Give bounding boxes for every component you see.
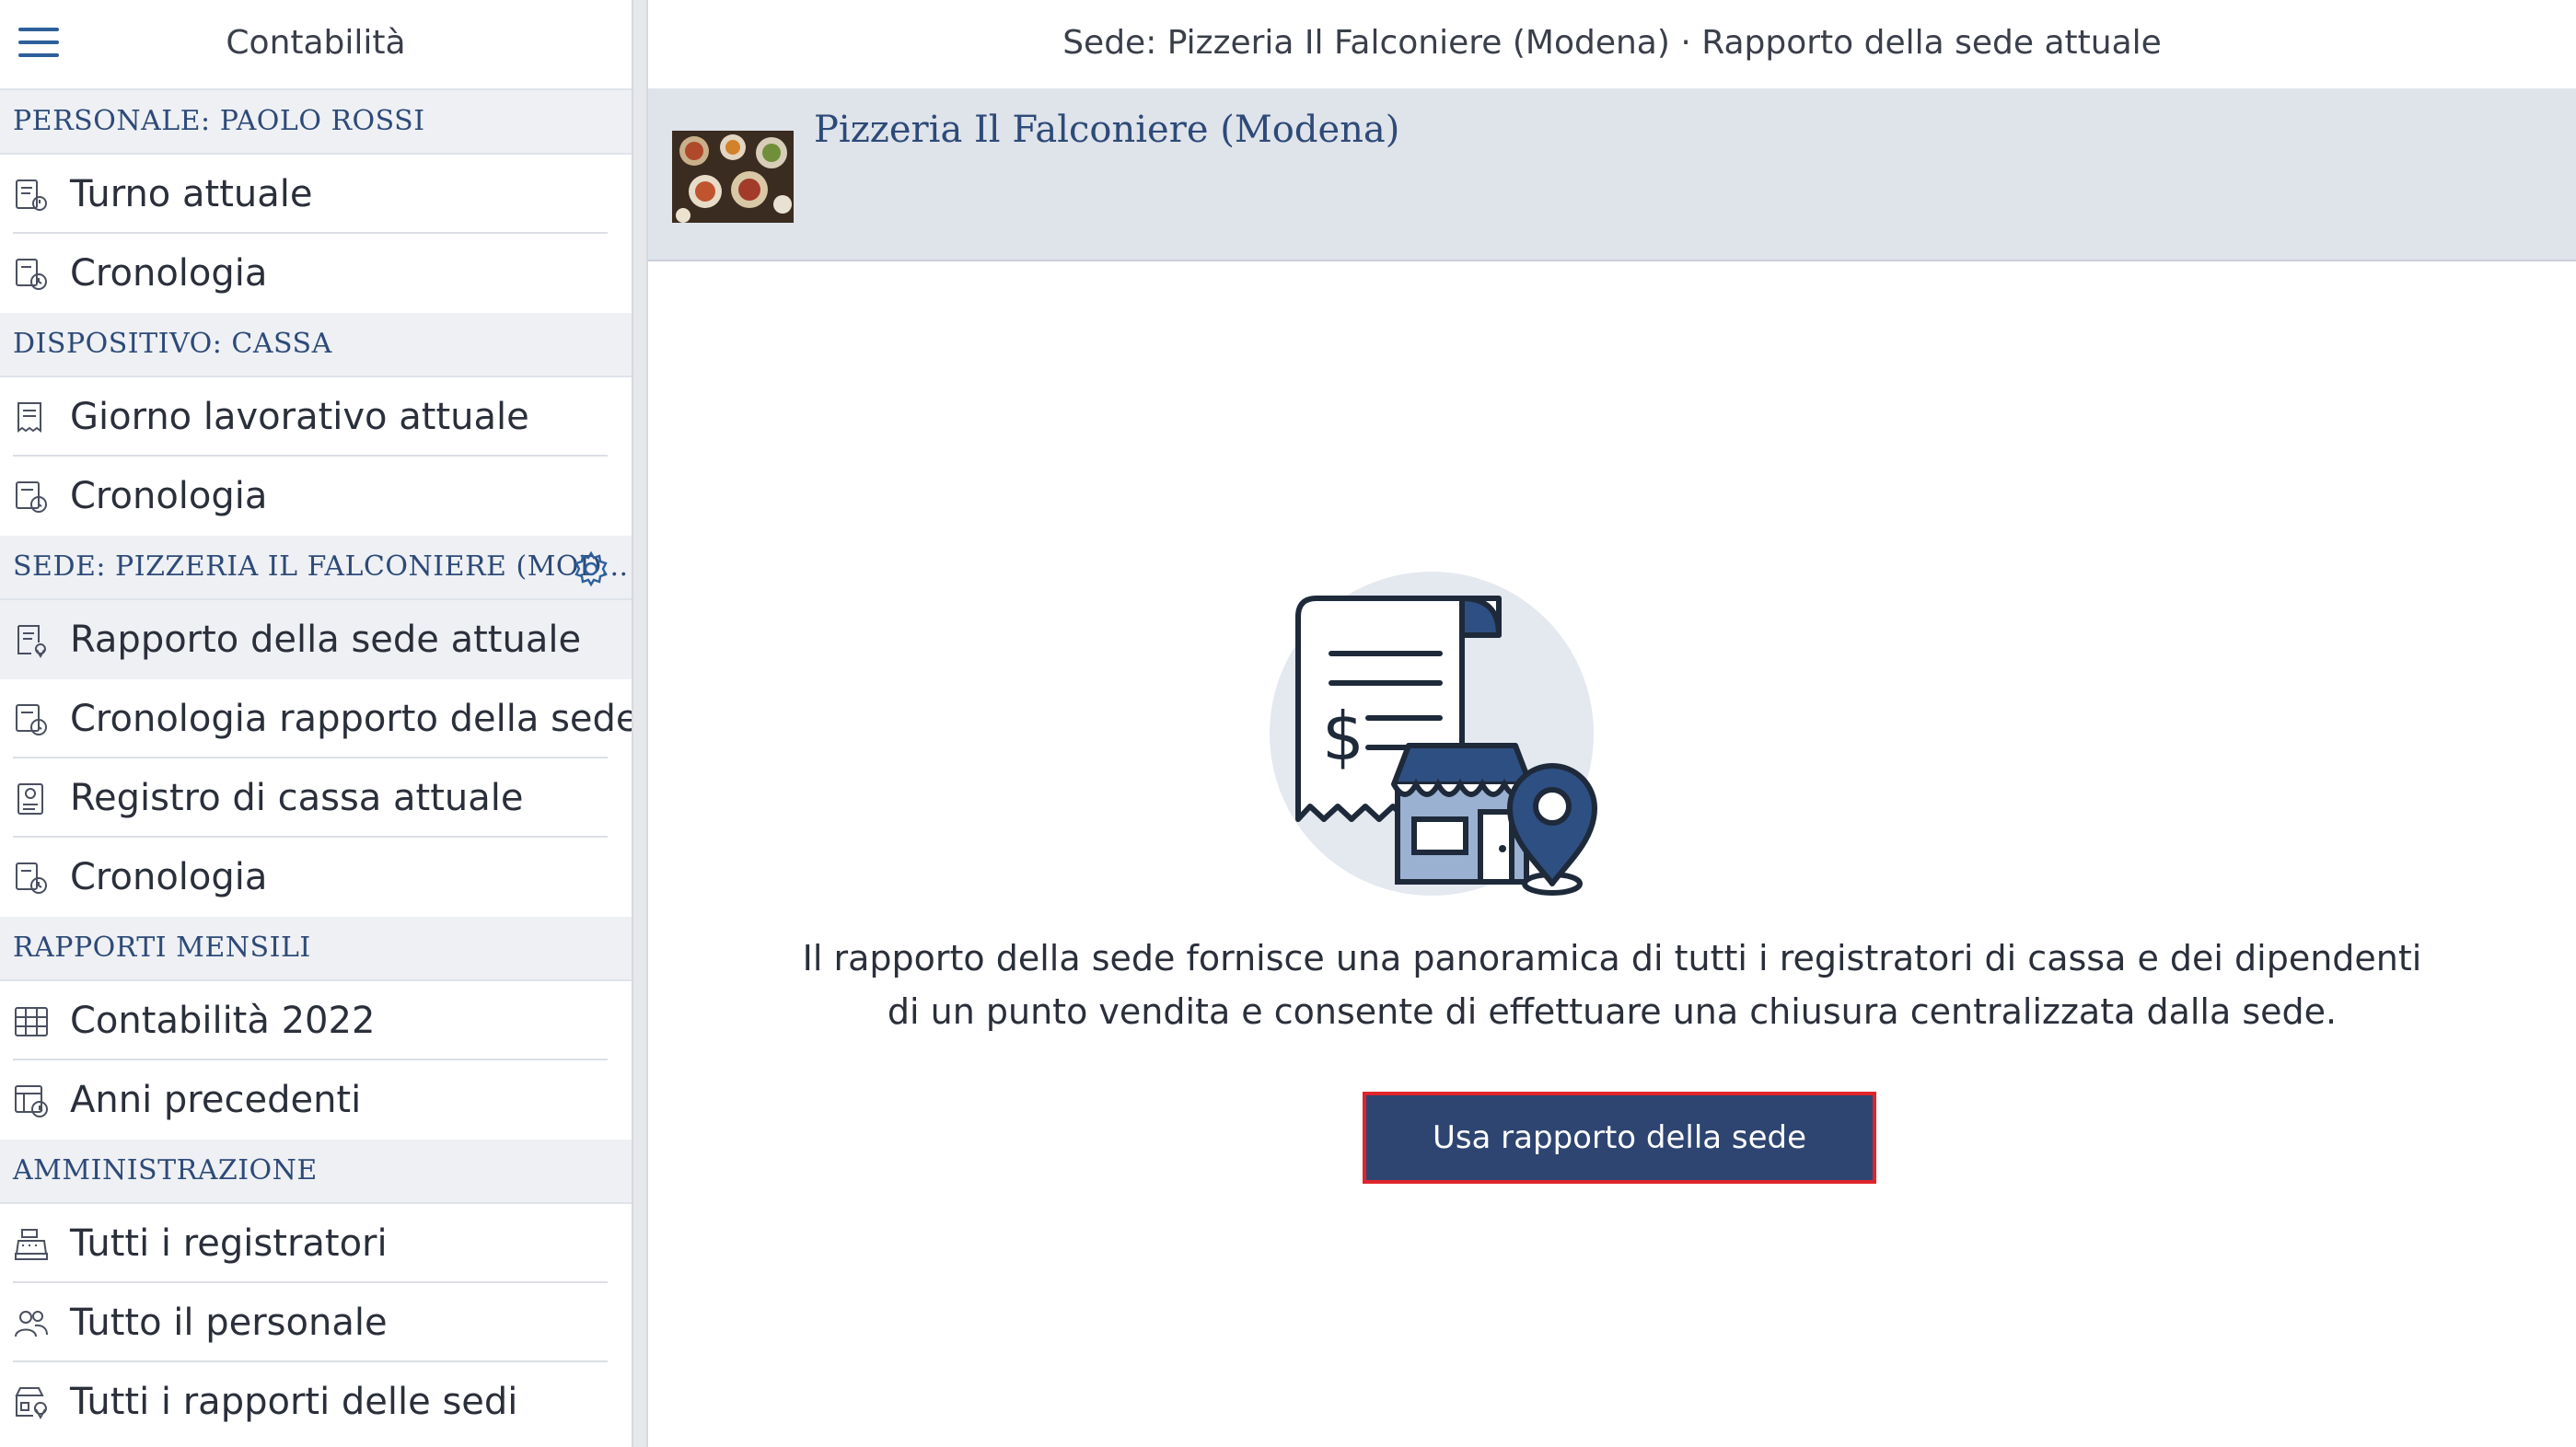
description: Il rapporto della sede fornisce una pano… xyxy=(648,932,2576,1038)
sidebar-item-cronologia-sede[interactable]: Cronologia xyxy=(0,838,632,917)
sidebar-item-cronologia-personale[interactable]: Cronologia xyxy=(0,234,632,313)
venue-report-icon xyxy=(17,625,46,659)
sidebar-item-label: Giorno lavorativo attuale xyxy=(70,396,529,438)
svg-text:$: $ xyxy=(1322,698,1364,775)
cash-register-log-icon xyxy=(17,783,43,815)
venue-header: Pizzeria Il Falconiere (Modena) xyxy=(648,90,2576,261)
sidebar-item-turno-attuale[interactable]: Turno attuale xyxy=(0,155,632,234)
sidebar-item-label: Contabilità 2022 xyxy=(70,1000,376,1042)
sidebar-item-registro-cassa[interactable]: Registro di cassa attuale xyxy=(0,758,632,838)
section-admin: AMMINISTRAZIONE xyxy=(0,1140,632,1204)
sidebar-title: Contabilità xyxy=(226,24,406,62)
gear-icon[interactable] xyxy=(573,550,609,587)
venue-report-illustration: $ xyxy=(1270,572,1597,896)
sidebar-item-tutti-registratori[interactable]: Tutti i registratori xyxy=(0,1204,632,1283)
sidebar-item-giorno-lavorativo[interactable]: Giorno lavorativo attuale xyxy=(0,377,632,457)
page-title: Sede: Pizzeria Il Falconiere (Modena) · … xyxy=(648,0,2576,90)
sidebar-item-label: Cronologia xyxy=(70,856,268,898)
sidebar-item-label: Rapporto della sede attuale xyxy=(70,619,582,661)
receipt-icon xyxy=(17,402,41,433)
main-panel: Sede: Pizzeria Il Falconiere (Modena) · … xyxy=(648,0,2576,1447)
sidebar-item-label: Cronologia xyxy=(70,252,268,295)
sidebar-item-label: Registro di cassa attuale xyxy=(70,777,524,819)
section-monthly: RAPPORTI MENSILI xyxy=(0,917,632,981)
description-line: di un punto vendita e consente di effett… xyxy=(887,991,2338,1032)
store-location-icon xyxy=(15,1387,47,1420)
description-line: Il rapporto della sede fornisce una pano… xyxy=(802,938,2422,978)
shift-receipt-icon xyxy=(16,179,47,211)
sidebar-item-label: Tutto il personale xyxy=(70,1302,388,1344)
sidebar-item-contabilita-2022[interactable]: Contabilità 2022 xyxy=(0,981,632,1060)
section-venue: SEDE: PIZZERIA IL FALCONIERE (MOD... xyxy=(0,536,632,600)
sidebar-item-tutto-personale[interactable]: Tutto il personale xyxy=(0,1283,632,1362)
sidebar-item-label: Cronologia xyxy=(70,475,268,517)
sidebar: Contabilità PERSONALE: PAOLO ROSSI Turno… xyxy=(0,0,632,1447)
sidebar-item-rapporto-sede-attuale[interactable]: Rapporto della sede attuale xyxy=(0,600,632,679)
history-clock-icon xyxy=(16,704,47,735)
pane-divider[interactable] xyxy=(632,0,648,1447)
sidebar-item-label: Anni precedenti xyxy=(70,1079,362,1121)
history-clock-icon xyxy=(16,862,47,894)
use-venue-report-button[interactable]: Usa rapporto della sede xyxy=(1363,1092,1876,1184)
section-device: DISPOSITIVO: CASSA xyxy=(0,313,632,377)
history-clock-icon xyxy=(16,259,47,290)
sidebar-item-anni-precedenti[interactable]: Anni precedenti xyxy=(0,1060,632,1140)
sidebar-item-label: Tutti i rapporti delle sedi xyxy=(70,1381,518,1423)
sidebar-item-tutti-rapporti-sedi[interactable]: Tutti i rapporti delle sedi xyxy=(0,1362,632,1441)
sidebar-item-label: Turno attuale xyxy=(70,173,313,215)
cash-register-icon xyxy=(15,1229,48,1260)
history-calendar-icon xyxy=(15,1085,48,1117)
section-personal: PERSONALE: PAOLO ROSSI xyxy=(0,90,632,155)
sidebar-item-label: Cronologia rapporto della sede xyxy=(70,698,632,740)
venue-name: Pizzeria Il Falconiere (Modena) xyxy=(814,109,1400,151)
sidebar-item-label: Tutti i registratori xyxy=(70,1222,388,1265)
sidebar-item-cronologia-rapporto-sede[interactable]: Cronologia rapporto della sede xyxy=(0,679,632,758)
sidebar-header: Contabilità xyxy=(0,0,632,90)
history-clock-icon xyxy=(16,481,47,513)
people-icon xyxy=(15,1311,48,1337)
venue-thumbnail xyxy=(672,131,794,223)
section-venue-label: SEDE: PIZZERIA IL FALCONIERE (MOD... xyxy=(13,550,629,583)
sidebar-item-cronologia-dispositivo[interactable]: Cronologia xyxy=(0,457,632,536)
calendar-grid-icon xyxy=(15,1007,48,1036)
